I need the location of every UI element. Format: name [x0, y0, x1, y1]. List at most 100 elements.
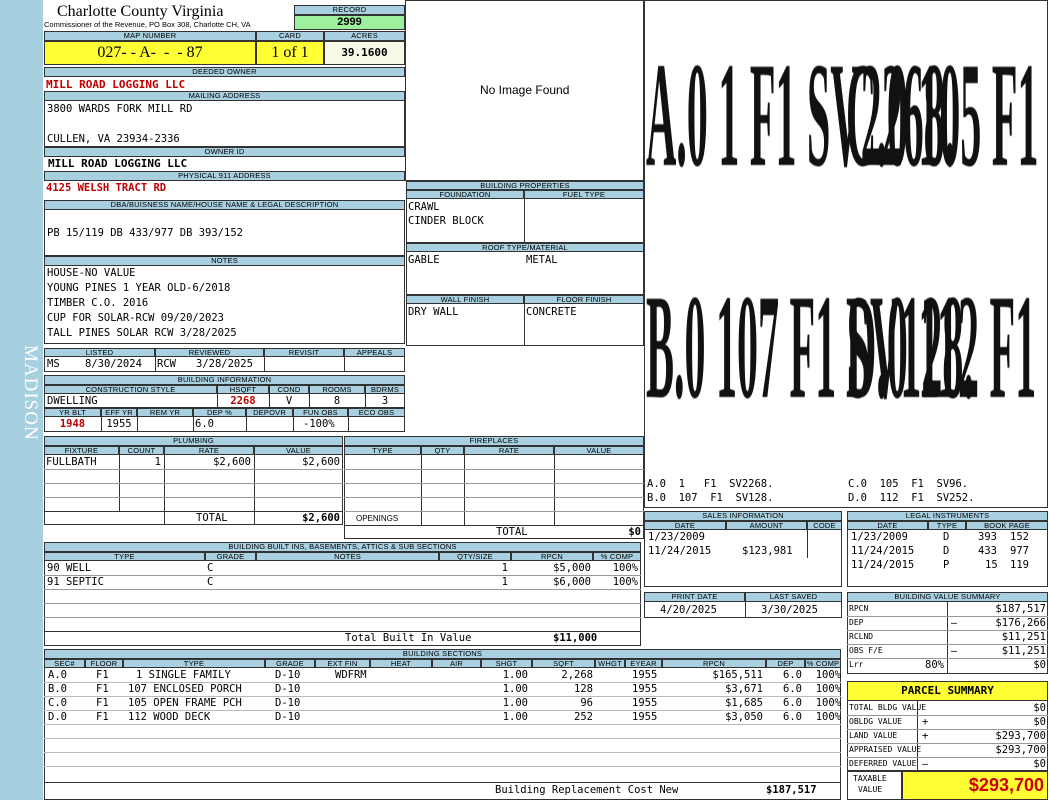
roof-material: METAL	[526, 254, 558, 266]
parcel-row-label: OBLDG VALUE	[849, 717, 902, 726]
taxable-value: $293,700	[902, 771, 1048, 800]
plumbing-col-value: VALUE	[254, 446, 343, 455]
section-eyear: 1955	[632, 711, 658, 723]
plumbing-col-rate: RATE	[164, 446, 254, 455]
section-dep: 6.0	[783, 683, 802, 695]
section-rpcn: $1,685	[725, 697, 763, 709]
plumbing-rate: $2,600	[213, 456, 251, 468]
summary-value: $11,251	[1001, 631, 1046, 643]
note-line: HOUSE-NO VALUE	[47, 267, 136, 279]
sales-col-code: CODE	[807, 521, 842, 530]
legal-date: 11/24/2015	[851, 559, 915, 571]
builtin-rpcn: $6,000	[553, 576, 591, 588]
card-number: 1 of 1	[256, 41, 324, 65]
deeded-owner: MILL ROAD LOGGING LLC	[46, 78, 186, 91]
sketch-key-a: A.0 1 F1 SV2268.	[647, 478, 774, 490]
no-image-text: No Image Found	[480, 83, 570, 97]
section-col-extfin: EXT FIN	[315, 659, 370, 668]
section-col-sec: SEC#	[44, 659, 85, 668]
revisit-label: REVISIT	[264, 348, 344, 357]
note-line: CUP FOR SOLAR-RCW 09/20/2023	[47, 312, 225, 324]
physical-address: 4125 WELSH TRACT RD	[46, 182, 167, 194]
section-sec: A.0	[48, 669, 67, 681]
fireplace-total: $0	[628, 526, 641, 538]
section-grade: D-10	[275, 669, 301, 681]
reviewed-date: 3/28/2025	[196, 358, 253, 370]
section-col-floor: FLOOR	[85, 659, 123, 668]
parcel-row-sign: –	[922, 758, 929, 770]
builtin-comp: 100%	[612, 576, 638, 588]
fun-obs: -100%	[303, 418, 335, 430]
fireplace-col-qty: QTY	[421, 446, 464, 455]
dep-pct-label: DEP %	[193, 408, 246, 417]
built-in-total: $11,000	[553, 632, 598, 644]
acres-label: ACRES	[324, 31, 405, 41]
sketch-key-b: B.0 107 F1 SV128.	[647, 492, 774, 504]
section-eyear: 1955	[632, 697, 658, 709]
section-floor: F1	[96, 669, 109, 681]
builtin-col-notes: NOTES	[256, 552, 439, 561]
building-info-label: BUILDING INFORMATION	[44, 375, 405, 385]
reviewed-by: RCW	[157, 358, 176, 370]
legal-instruments-label: LEGAL INSTRUMENTS	[847, 511, 1048, 521]
section-floor: F1	[96, 711, 109, 723]
depovr-label: DEPOVR	[246, 408, 293, 417]
physical-address-label: PHYSICAL 911 ADDRESS	[44, 171, 405, 181]
mailing-line-1: 3800 WARDS FORK MILL RD	[47, 103, 193, 115]
eco-obs-label: ECO OBS	[348, 408, 405, 417]
section-floor: F1	[96, 683, 109, 695]
acres-value: 39.1600	[324, 41, 405, 65]
section-col-grade: GRADE	[265, 659, 315, 668]
builtin-grade: C	[207, 576, 214, 588]
section-sqft: 128	[574, 683, 593, 695]
fireplace-col-rate: RATE	[464, 446, 554, 455]
builtin-type: 90 WELL	[47, 562, 92, 574]
last-saved-label: LAST SAVED	[745, 592, 842, 602]
building-sections-label: BUILDING SECTIONS	[44, 649, 841, 659]
section-rpcn: $3,671	[725, 683, 763, 695]
parcel-row-label: DEFERRED VALUE	[849, 759, 917, 768]
section-floor: F1	[96, 697, 109, 709]
cond: V	[285, 395, 293, 407]
roof-type: GABLE	[408, 254, 440, 266]
section-col-type: TYPE	[123, 659, 265, 668]
year-built: 1948	[59, 418, 86, 430]
section-sec: D.0	[48, 711, 67, 723]
foundation-line-1: CRAWL	[408, 201, 440, 213]
section-comp: 100%	[815, 697, 841, 709]
section-sec: C.0	[48, 697, 67, 709]
section-comp: 100%	[815, 669, 841, 681]
parcel-row-label: TOTAL BLDG VALUE	[849, 703, 927, 712]
sketch-render: A.0 1 F1 SV2268. C.0 105 F1 SV96. B.0 10…	[646, 40, 1046, 420]
sales-info-label: SALES INFORMATION	[644, 511, 842, 521]
sales-col-date: DATE	[644, 521, 726, 530]
section-dep: 6.0	[783, 711, 802, 723]
builtin-type: 91 SEPTIC	[47, 576, 104, 588]
summary-pct: 80%	[925, 659, 944, 671]
rooms-label: ROOMS	[309, 385, 365, 394]
plumbing-value: $2,600	[302, 456, 340, 468]
reviewed-label: REVIEWED	[155, 348, 264, 357]
builtin-rpcn: $5,000	[553, 562, 591, 574]
yr-blt-label: YR BLT	[44, 408, 101, 417]
construction-style-label: CONSTRUCTION STYLE	[44, 385, 217, 394]
parcel-row-value: $293,700	[995, 730, 1046, 742]
section-col-heat: HEAT	[370, 659, 432, 668]
building-properties-label: BUILDING PROPERTIES	[406, 181, 644, 190]
dba-label: DBA/BUISNESS NAME/HOUSE NAME & LEGAL DES…	[44, 200, 405, 210]
section-dep: 6.0	[783, 697, 802, 709]
builtin-qty: 1	[501, 576, 508, 588]
parcel-row-value: $0	[1033, 702, 1046, 714]
parcel-summary-title: PARCEL SUMMARY	[847, 681, 1048, 701]
legal-page: 152	[1010, 531, 1029, 543]
summary-label: DEP	[849, 618, 864, 627]
section-type: 112 WOOD DECK	[128, 711, 211, 723]
legal-page: 977	[1010, 545, 1029, 557]
owner-id-label: OWNER ID	[44, 147, 405, 157]
print-date: 4/20/2025	[660, 604, 717, 616]
legal-type: P	[943, 559, 950, 571]
built-ins-label: BUILDING BUILT INS, BASEMENTS, ATTICS & …	[44, 542, 641, 552]
section-col-dep: DEP	[766, 659, 805, 668]
section-grade: D-10	[275, 683, 301, 695]
floor-finish-label: FLOOR FINISH	[524, 295, 644, 304]
